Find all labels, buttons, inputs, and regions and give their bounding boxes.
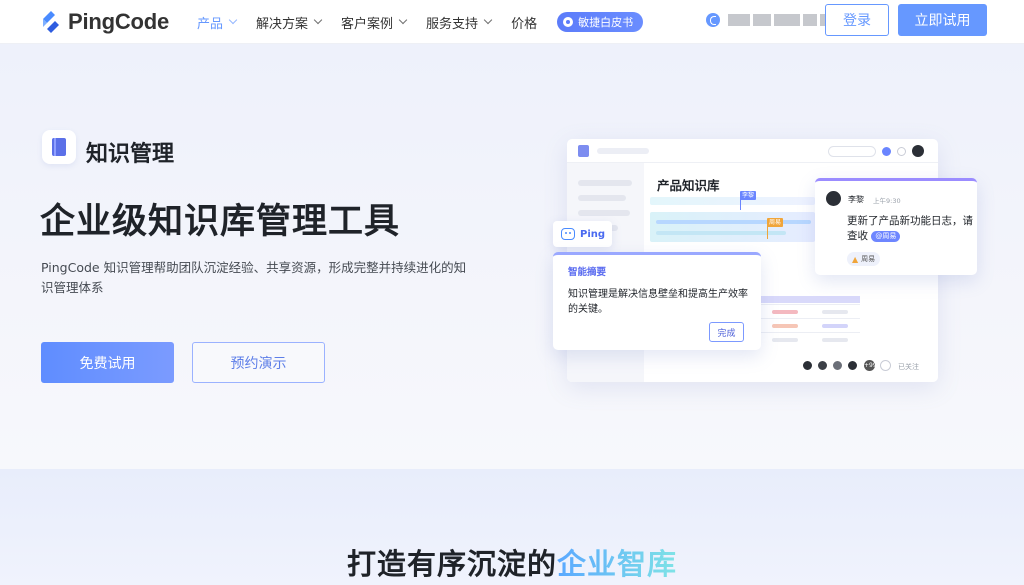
brand-logo[interactable]: PingCode bbox=[40, 9, 169, 35]
comment-text: 更新了产品新功能日志，请查收 @周易 bbox=[847, 215, 973, 242]
avatar bbox=[817, 360, 828, 371]
chevron-down-icon bbox=[313, 15, 323, 25]
avatar bbox=[802, 360, 813, 371]
avatar bbox=[826, 191, 841, 206]
section-title-highlight: 企业智库 bbox=[557, 547, 678, 581]
section-title: 打造有序沉淀的企业智库 bbox=[346, 547, 678, 581]
avatar bbox=[847, 360, 858, 371]
brand-name: PingCode bbox=[68, 9, 170, 34]
user-flag-a: 李黎 bbox=[740, 191, 757, 200]
pingcode-logo-icon bbox=[40, 10, 62, 34]
illustration-toolbar bbox=[567, 139, 938, 163]
chevron-down-icon bbox=[398, 15, 408, 25]
top-navigation-bar: PingCode 产品 解决方案 客户案例 服务支持 价格 敏捷白皮书 登录 立… bbox=[0, 0, 1024, 44]
whitepaper-icon bbox=[563, 17, 574, 27]
ping-ai-tag: Ping bbox=[553, 221, 612, 247]
avatar bbox=[832, 360, 843, 371]
comment-time: 上午9:30 bbox=[873, 197, 901, 205]
thumbs-up-icon: ▲ bbox=[852, 254, 859, 264]
comment-author: 李黎 bbox=[848, 195, 864, 204]
ai-summary-card: 智能摘要 知识管理是解决信息壁垒和提高生产效率的关键。 完成 bbox=[553, 252, 761, 350]
phone-icon bbox=[706, 13, 720, 27]
summary-text: 知识管理是解决信息壁垒和提高生产效率的关键。 bbox=[568, 289, 748, 315]
avatar bbox=[912, 145, 924, 157]
phone-number-redacted bbox=[728, 14, 840, 26]
nav-item-pricing[interactable]: 价格 bbox=[511, 13, 537, 32]
knowledge-base-title: 产品知识库 bbox=[657, 178, 720, 193]
login-button[interactable]: 登录 bbox=[825, 4, 889, 36]
nav-item-cases[interactable]: 客户案例 bbox=[341, 13, 408, 32]
product-badge-label: 知识管理 bbox=[86, 142, 175, 167]
whitepaper-pill-link[interactable]: 敏捷白皮书 bbox=[557, 12, 644, 32]
summary-done-button: 完成 bbox=[709, 322, 744, 342]
phone-contact[interactable] bbox=[706, 13, 840, 27]
bell-icon bbox=[897, 147, 906, 156]
mention-tag: @周易 bbox=[871, 231, 901, 242]
comment-reaction: ▲ 周易 bbox=[847, 252, 881, 266]
main-nav: 产品 解决方案 客户案例 服务支持 价格 敏捷白皮书 bbox=[197, 0, 644, 44]
nav-item-product[interactable]: 产品 bbox=[197, 13, 238, 32]
app-logo-icon bbox=[578, 145, 589, 157]
hero-title: 企业级知识库管理工具 bbox=[40, 202, 401, 242]
search-icon bbox=[828, 146, 876, 157]
nav-item-solutions[interactable]: 解决方案 bbox=[256, 13, 323, 32]
chevron-down-icon bbox=[228, 15, 238, 25]
try-now-button[interactable]: 立即试用 bbox=[898, 4, 987, 36]
summary-label: 智能摘要 bbox=[568, 267, 607, 278]
chevron-down-icon bbox=[483, 15, 493, 25]
follow-status: 已关注 bbox=[898, 363, 919, 371]
comment-card: 李黎 上午9:30 更新了产品新功能日志，请查收 @周易 ▲ 周易 bbox=[815, 178, 977, 275]
book-demo-button[interactable]: 预约演示 bbox=[192, 342, 325, 383]
knowledge-book-icon bbox=[42, 130, 76, 164]
avatar-count-badge: +99 bbox=[864, 360, 877, 371]
hero-description: PingCode 知识管理帮助团队沉淀经验、共享资源，形成完整并持续进化的知识管… bbox=[41, 260, 467, 295]
add-member-icon bbox=[880, 360, 891, 371]
robot-icon bbox=[561, 228, 575, 240]
user-flag-b: 周易 bbox=[767, 218, 784, 227]
nav-item-support[interactable]: 服务支持 bbox=[426, 13, 493, 32]
add-icon bbox=[882, 147, 891, 156]
free-trial-button[interactable]: 免费试用 bbox=[41, 342, 174, 383]
